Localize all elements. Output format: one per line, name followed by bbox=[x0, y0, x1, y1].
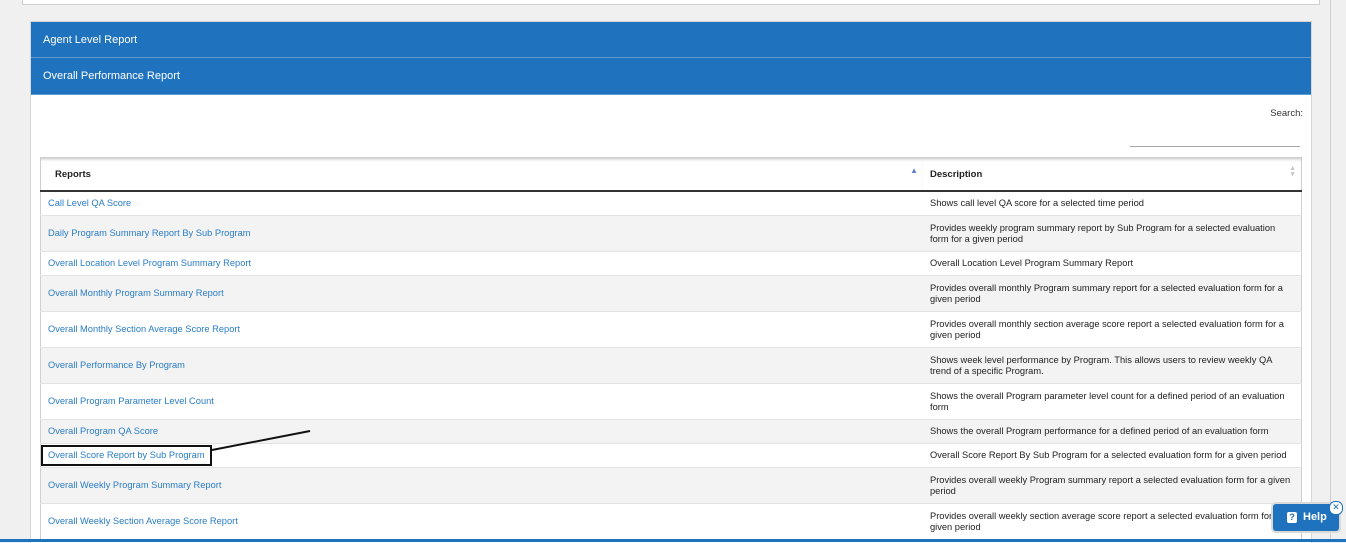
report-description: Overall Location Level Program Summary R… bbox=[922, 251, 1302, 276]
accordion-agent-level-report[interactable]: Agent Level Report bbox=[31, 22, 1311, 58]
table-row: Call Level QA Score Shows call level QA … bbox=[40, 191, 1302, 216]
report-link-overall-program-parameter-level-count[interactable]: Overall Program Parameter Level Count bbox=[48, 396, 214, 406]
table-row: Overall Weekly Program Summary Report Pr… bbox=[40, 467, 1302, 504]
table-row: Overall Program Parameter Level Count Sh… bbox=[40, 383, 1302, 420]
table-row: Daily Program Summary Report By Sub Prog… bbox=[40, 215, 1302, 252]
search-label: Search: bbox=[1270, 108, 1303, 119]
search-area: Search: bbox=[1130, 108, 1303, 148]
accordion-overall-performance-report[interactable]: Overall Performance Report bbox=[31, 58, 1311, 95]
search-input[interactable] bbox=[1130, 126, 1300, 147]
table-row: Overall Monthly Section Average Score Re… bbox=[40, 311, 1302, 348]
help-label: Help bbox=[1303, 511, 1327, 523]
table-row: Overall Performance By Program Shows wee… bbox=[40, 347, 1302, 384]
report-description: Shows the overall Program parameter leve… bbox=[922, 383, 1302, 420]
report-description: Provides overall weekly section average … bbox=[922, 503, 1302, 540]
report-link-overall-program-qa-score[interactable]: Overall Program QA Score bbox=[48, 426, 158, 436]
report-link-overall-monthly-section-average-score[interactable]: Overall Monthly Section Average Score Re… bbox=[48, 324, 240, 334]
column-header-description[interactable]: Description ▲ ▼ bbox=[922, 157, 1302, 192]
reports-table: Reports ▲ Description ▲ ▼ Call Level QA S… bbox=[40, 157, 1302, 540]
report-description: Shows week level performance by Program.… bbox=[922, 347, 1302, 384]
report-description: Provides overall monthly section average… bbox=[922, 311, 1302, 348]
table-row: Overall Monthly Program Summary Report P… bbox=[40, 275, 1302, 312]
table-header-row: Reports ▲ Description ▲ ▼ bbox=[40, 157, 1302, 192]
page-divider bbox=[1330, 0, 1331, 542]
report-link-overall-weekly-program-summary[interactable]: Overall Weekly Program Summary Report bbox=[48, 480, 221, 490]
annotation-highlight-box: Overall Score Report by Sub Program bbox=[41, 445, 212, 466]
report-link-call-level-qa-score[interactable]: Call Level QA Score bbox=[48, 198, 131, 208]
table-row: Overall Location Level Program Summary R… bbox=[40, 251, 1302, 276]
question-icon: ? bbox=[1287, 512, 1297, 523]
table-row: Overall Weekly Section Average Score Rep… bbox=[40, 503, 1302, 540]
report-description: Shows the overall Program performance fo… bbox=[922, 419, 1302, 444]
sort-both-icon: ▲ ▼ bbox=[1289, 165, 1296, 178]
reports-panel: Agent Level Report Overall Performance R… bbox=[30, 21, 1312, 543]
report-description: Provides overall weekly Program summary … bbox=[922, 467, 1302, 504]
table-row: Overall Score Report by Sub Program Over… bbox=[40, 443, 1302, 468]
previous-section-frame bbox=[22, 0, 1320, 5]
column-header-reports[interactable]: Reports ▲ bbox=[40, 157, 922, 192]
report-link-daily-program-summary-by-sub-program[interactable]: Daily Program Summary Report By Sub Prog… bbox=[48, 228, 251, 238]
report-description: Provides weekly program summary report b… bbox=[922, 215, 1302, 252]
column-header-description-label: Description bbox=[930, 168, 983, 180]
report-description: Overall Score Report By Sub Program for … bbox=[922, 443, 1302, 468]
report-link-overall-score-by-sub-program[interactable]: Overall Score Report by Sub Program bbox=[48, 450, 205, 460]
close-icon[interactable]: ✕ bbox=[1329, 501, 1343, 515]
report-link-overall-weekly-section-average-score[interactable]: Overall Weekly Section Average Score Rep… bbox=[48, 516, 238, 526]
report-link-overall-location-level-program-summary[interactable]: Overall Location Level Program Summary R… bbox=[48, 258, 251, 268]
table-row: Overall Program QA Score Shows the overa… bbox=[40, 419, 1302, 444]
report-link-overall-monthly-program-summary[interactable]: Overall Monthly Program Summary Report bbox=[48, 288, 224, 298]
sort-ascending-icon: ▲ bbox=[910, 166, 918, 175]
report-link-overall-performance-by-program[interactable]: Overall Performance By Program bbox=[48, 360, 185, 370]
report-description: Provides overall monthly Program summary… bbox=[922, 275, 1302, 312]
column-header-reports-label: Reports bbox=[55, 168, 91, 180]
report-description: Shows call level QA score for a selected… bbox=[922, 191, 1302, 216]
